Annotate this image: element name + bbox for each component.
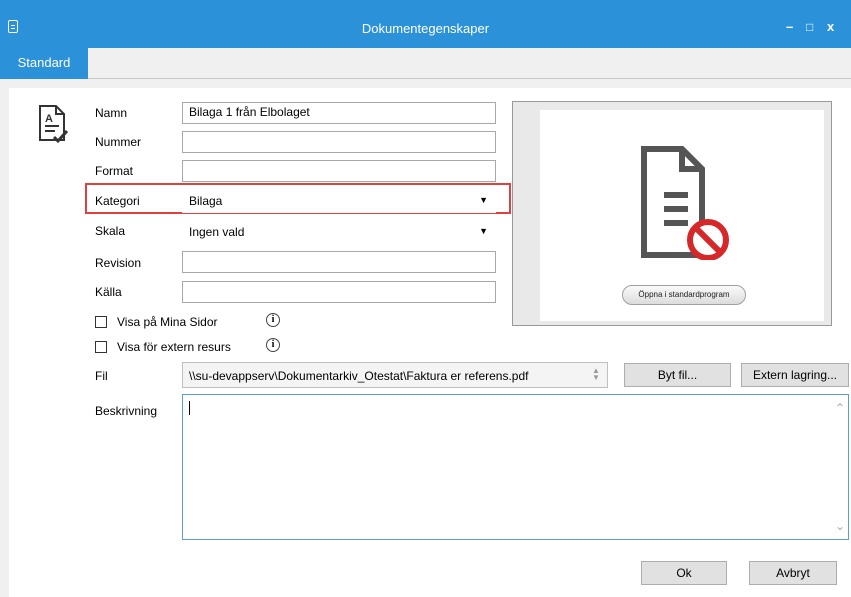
description-textarea[interactable]: ⌃ ⌄ [182,394,849,540]
file-label: Fil [95,369,108,383]
maximize-button[interactable]: □ [806,20,813,34]
title-bar: Dokumentegenskaper – □ x [0,0,851,48]
number-input[interactable] [182,131,496,153]
category-label: Kategori [95,194,140,208]
name-label: Namn [95,106,128,120]
tab-standard[interactable]: Standard [0,48,88,79]
name-input[interactable]: Bilaga 1 från Elbolaget [182,102,496,124]
scroll-up-icon[interactable]: ⌃ [835,401,845,415]
source-label: Källa [95,285,122,299]
scale-label: Skala [95,224,126,238]
description-label: Beskrivning [95,404,158,418]
revision-input[interactable] [182,251,496,273]
category-select[interactable]: Bilaga ▼ [182,189,496,213]
category-value: Bilaga [189,194,223,208]
dropdown-arrow-icon: ▼ [479,195,488,205]
open-in-default-program-button[interactable]: Öppna i standardprogram [622,285,746,305]
dropdown-arrow-icon: ▼ [479,226,488,236]
window-title: Dokumentegenskaper [361,21,490,36]
svg-text:A: A [45,113,53,125]
cancel-button[interactable]: Avbryt [749,561,837,585]
info-icon[interactable]: i [266,313,280,327]
spin-arrows-icon[interactable]: ▲ ▼ [591,367,601,383]
show-for-external-label[interactable]: Visa för extern resurs [117,340,231,354]
document-properties-icon: A [39,105,69,144]
minimize-button[interactable]: – [786,20,793,34]
text-caret [189,401,190,415]
show-for-external-checkbox[interactable] [95,341,107,353]
external-storage-button[interactable]: Extern lagring... [741,363,849,387]
tab-strip [0,48,851,79]
file-unavailable-icon [641,146,729,260]
file-path-value: \\su-devappserv\Dokumentarkiv_Otestat\Fa… [189,369,529,383]
format-input[interactable] [182,160,496,182]
show-on-my-pages-checkbox[interactable] [95,316,107,328]
info-icon[interactable]: i [266,338,280,352]
source-input[interactable] [182,281,496,303]
change-file-button[interactable]: Byt fil... [624,363,731,387]
scroll-down-icon[interactable]: ⌄ [835,519,845,533]
ok-button[interactable]: Ok [641,561,727,585]
scale-select[interactable]: Ingen vald ▼ [182,220,496,244]
file-path-field[interactable]: \\su-devappserv\Dokumentarkiv_Otestat\Fa… [182,362,608,388]
format-label: Format [95,164,134,178]
show-on-my-pages-label[interactable]: Visa på Mina Sidor [117,315,218,329]
revision-label: Revision [95,256,142,270]
scale-value: Ingen vald [189,225,245,239]
number-label: Nummer [95,135,142,149]
close-button[interactable]: x [827,20,834,34]
